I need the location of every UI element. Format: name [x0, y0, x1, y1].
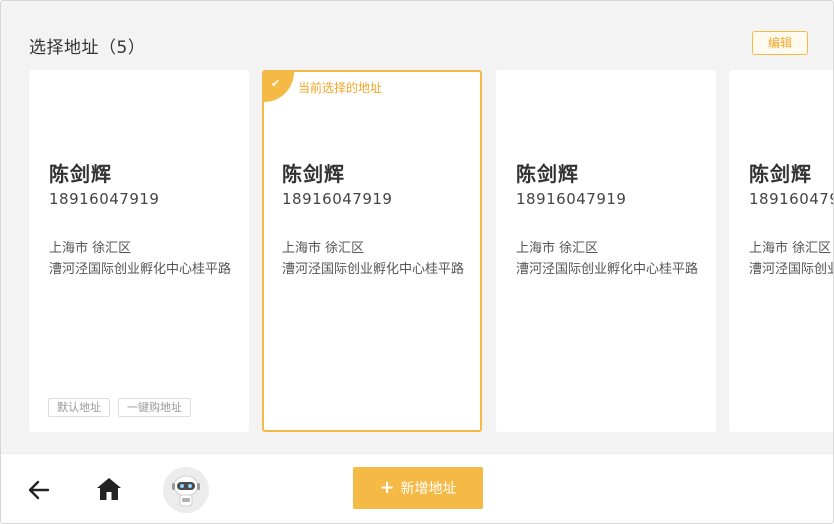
address-tags: 默认地址 一键购地址 — [48, 398, 191, 417]
recipient-phone: 18916047919 — [49, 190, 160, 208]
recipient-name: 陈剑辉 — [282, 162, 345, 186]
plus-icon: + — [379, 477, 395, 498]
address-card-selected[interactable]: ✔ 当前选择的地址 陈剑辉 18916047919 上海市 徐汇区 漕河泾国际创… — [262, 70, 482, 432]
edit-button[interactable]: 编辑 — [752, 31, 808, 55]
recipient-phone: 18916047919 — [516, 190, 627, 208]
recipient-phone: 18916047919 — [749, 190, 833, 208]
address-selection-screen: 选择地址（5） 编辑 陈剑辉 18916047919 上海市 徐汇区 漕河泾国际… — [0, 0, 834, 524]
address-street: 漕河泾国际创业孵化中心桂平路 — [516, 262, 699, 277]
address-card[interactable]: 陈剑辉 18916047919 上海市 徐汇区 漕河泾国际创业孵化中心桂平路 — [496, 70, 716, 432]
selected-check-badge: ✔ — [264, 72, 294, 102]
home-icon[interactable] — [94, 474, 124, 504]
address-street: 漕河泾国际创业孵化中心桂平路 — [749, 262, 834, 277]
header: 选择地址（5） 编辑 — [1, 1, 833, 71]
robot-icon — [163, 467, 209, 513]
robot-avatar[interactable] — [163, 467, 209, 513]
address-street: 漕河泾国际创业孵化中心桂平路 — [282, 262, 465, 277]
default-address-tag: 默认地址 — [48, 398, 110, 417]
address-region: 上海市 徐汇区 — [49, 241, 132, 256]
bottom-bar: + 新增地址 — [1, 453, 833, 523]
address-region: 上海市 徐汇区 — [516, 241, 599, 256]
address-card[interactable]: 陈剑辉 18916047919 上海市 徐汇区 漕河泾国际创业孵化中心桂平路 默… — [29, 70, 249, 432]
address-card[interactable]: 陈剑辉 18916047919 上海市 徐汇区 漕河泾国际创业孵化中心桂平路 — [729, 70, 834, 432]
checkmark-icon: ✔ — [271, 77, 281, 90]
page-title: 选择地址（5） — [29, 38, 146, 58]
one-click-buy-tag: 一键购地址 — [118, 398, 191, 417]
address-card-list[interactable]: 陈剑辉 18916047919 上海市 徐汇区 漕河泾国际创业孵化中心桂平路 默… — [29, 70, 834, 433]
address-street: 漕河泾国际创业孵化中心桂平路 — [49, 262, 232, 277]
selected-address-label: 当前选择的地址 — [298, 81, 383, 95]
back-arrow-icon[interactable] — [26, 477, 52, 503]
add-address-button[interactable]: + 新增地址 — [353, 467, 483, 509]
add-address-label: 新增地址 — [400, 481, 457, 497]
address-region: 上海市 徐汇区 — [282, 241, 365, 256]
recipient-name: 陈剑辉 — [49, 162, 112, 186]
recipient-phone: 18916047919 — [282, 190, 393, 208]
recipient-name: 陈剑辉 — [516, 162, 579, 186]
recipient-name: 陈剑辉 — [749, 162, 812, 186]
address-region: 上海市 徐汇区 — [749, 241, 832, 256]
